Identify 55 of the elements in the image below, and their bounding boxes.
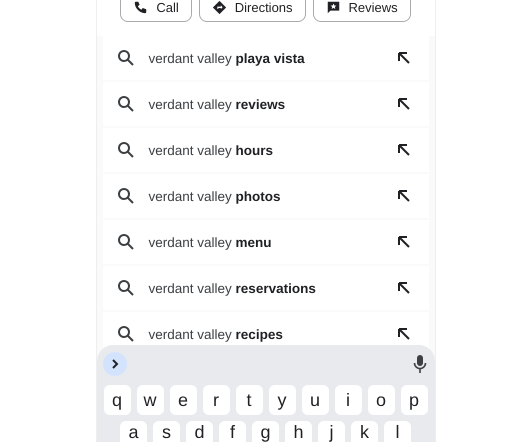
suggestion-text: verdant valley reviews [148, 96, 286, 112]
suggestion-text: verdant valley hours [148, 142, 274, 158]
arrow-icon[interactable] [396, 235, 410, 249]
search-icon [116, 141, 134, 159]
key[interactable]: l [384, 421, 411, 442]
expand-button[interactable] [102, 352, 126, 376]
call-button[interactable]: Call [120, 0, 192, 22]
key[interactable]: h [285, 421, 312, 442]
search-icon [116, 187, 134, 205]
key[interactable]: s [153, 421, 180, 442]
search-icon [116, 325, 134, 343]
suggestion-row[interactable]: verdant valley menu [102, 220, 428, 264]
arrow-icon[interactable] [396, 189, 410, 203]
key[interactable]: f [219, 421, 246, 442]
suggestion-text: verdant valley playa vista [148, 50, 306, 66]
suggestion-row[interactable]: verdant valley photos [102, 174, 428, 218]
arrow-icon[interactable] [396, 327, 410, 341]
key[interactable]: q [104, 385, 130, 415]
key[interactable]: k [351, 421, 378, 442]
key[interactable]: e [170, 385, 196, 415]
chevron-icon [110, 359, 120, 369]
key[interactable]: a [120, 421, 147, 442]
microphone-icon[interactable] [412, 354, 426, 374]
search-icon [116, 49, 134, 67]
search-icon [116, 95, 134, 113]
search-icon [116, 233, 134, 251]
key[interactable]: d [186, 421, 213, 442]
suggestion-text: verdant valley photos [148, 188, 282, 204]
key[interactable]: i [334, 385, 362, 415]
suggestion-row[interactable]: verdant valley playa vista [102, 36, 428, 80]
diamond-arrow-icon [212, 0, 227, 14]
arrow-icon[interactable] [396, 51, 410, 65]
arrow-icon[interactable] [396, 281, 410, 295]
arrow-icon[interactable] [396, 143, 410, 157]
phone-icon [133, 0, 148, 14]
key[interactable]: t [236, 385, 262, 415]
suggestion-text: verdant valley menu [148, 234, 273, 250]
key[interactable]: j [318, 421, 345, 442]
key[interactable]: y [268, 385, 296, 415]
reviews-button[interactable]: Reviews [312, 0, 411, 22]
arrow-icon[interactable] [396, 97, 410, 111]
key[interactable]: p [400, 385, 428, 415]
suggestion-row[interactable]: verdant valley hours [102, 128, 428, 172]
suggestion-row[interactable]: verdant valley reservations [102, 266, 428, 310]
key[interactable]: w [136, 385, 164, 415]
key[interactable]: u [302, 385, 328, 415]
key[interactable]: g [252, 421, 279, 442]
directions-button[interactable]: Directions [198, 0, 306, 22]
star-bubble-icon [326, 0, 341, 14]
key[interactable]: o [368, 385, 394, 415]
search-icon [116, 279, 134, 297]
suggestion-row[interactable]: verdant valley reviews [102, 82, 428, 126]
key[interactable]: r [202, 385, 230, 415]
suggestion-text: verdant valley recipes [148, 326, 284, 342]
suggestion-text: verdant valley reservations [148, 280, 317, 296]
